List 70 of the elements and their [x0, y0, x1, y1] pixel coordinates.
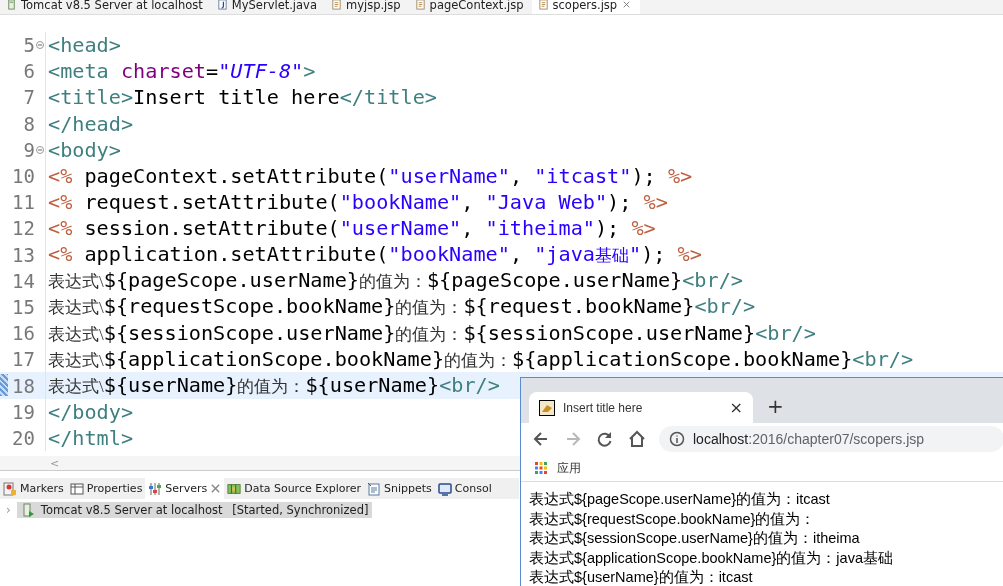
line-number: 15: [12, 295, 35, 318]
code-line: </html>: [47, 425, 134, 450]
line-number: 9: [23, 138, 35, 161]
line-number: 20: [12, 426, 35, 449]
collapse-icon[interactable]: [36, 145, 44, 154]
code-line: 表达式\${sessionScope.userName}的值为：${sessionScope.userName}<br/>: [47, 320, 816, 346]
code-line: <body>: [47, 137, 121, 162]
server-icon: [20, 503, 35, 517]
code-line: <meta charset="UTF-8">: [47, 59, 316, 84]
line-number: 11: [12, 191, 35, 214]
code-line: 表达式\${pageScope.userName}的值为：${pageScope.userName}<br/>: [47, 268, 743, 294]
line-number: 8: [23, 112, 35, 135]
info-icon[interactable]: [669, 431, 685, 447]
code-line: <% pageContext.setAttribute("userName", "itcast"); %>: [47, 164, 693, 189]
code-line: <title>Insert title here</title>: [47, 85, 437, 110]
panel-tab[interactable]: Data Source Explorer: [224, 478, 364, 499]
output-line: 表达式${requestScope.bookName}的值为：: [529, 509, 817, 529]
apps-grid-icon: [535, 462, 547, 474]
snippets-icon: [367, 481, 381, 496]
code-line: 表达式\${userName}的值为：${userName}<br/>: [47, 373, 500, 399]
editor-tab[interactable]: pageContext.jsp: [408, 0, 532, 14]
address-bar[interactable]: localhost:2016/chapter07/scopers.jsp: [659, 426, 1003, 452]
browser-tab[interactable]: Insert title here ×: [529, 392, 753, 423]
line-number: 14: [12, 269, 35, 292]
apps-bookmark[interactable]: 应用: [535, 459, 581, 477]
code-line: <head>: [47, 33, 121, 58]
line-number: 19: [12, 400, 35, 423]
editor-tab[interactable]: MyServlet.java: [210, 0, 325, 14]
line-number: 13: [12, 243, 35, 266]
close-icon[interactable]: ×: [729, 398, 743, 417]
favicon-icon: [539, 399, 555, 416]
collapse-icon[interactable]: [36, 41, 44, 50]
line-number: 16: [12, 322, 35, 345]
markers-icon: [3, 481, 17, 496]
panel-tab[interactable]: Markers: [0, 478, 67, 499]
line-number: 5: [23, 34, 35, 57]
file-icon: [537, 0, 549, 10]
line-number: 12: [12, 217, 35, 240]
map-icon: [227, 481, 242, 496]
home-icon[interactable]: [627, 429, 647, 449]
code-line: </body>: [47, 399, 134, 424]
code-line: <% request.setAttribute("bookName", "Java Web"); %>: [47, 190, 668, 215]
line-number: 10: [12, 165, 35, 188]
output-line: 表达式${pageScope.userName}的值为：itcast: [529, 490, 831, 509]
line-number: 6: [23, 60, 35, 83]
code-line: <% session.setAttribute("userName", "itheima"); %>: [47, 216, 656, 241]
code-line: 表达式\${applicationScope.bookName}的值为：${applicationScope.bookName}<br/>: [47, 346, 914, 372]
close-icon[interactable]: [210, 483, 222, 494]
code-line: 表达式\${requestScope.bookName}的值为：${request.bookName}<br/>: [47, 294, 756, 320]
server-icon: [6, 0, 17, 10]
new-tab-button[interactable]: +: [767, 394, 784, 418]
line-number: 17: [12, 348, 35, 371]
panel-tab[interactable]: Servers: [145, 478, 225, 499]
code-line: <% application.setAttribute("bookName", "java基础"); %>: [47, 242, 702, 268]
table-icon: [69, 481, 84, 496]
editor-tab[interactable]: scopers.jsp: [531, 0, 641, 14]
console-icon: [437, 481, 452, 496]
output-line: 表达式${userName}的值为：itcast: [529, 568, 754, 586]
servers-icon: [148, 481, 163, 496]
panel-tab[interactable]: Consol: [434, 478, 495, 499]
line-number: 7: [23, 86, 35, 109]
line-number: 18: [12, 374, 35, 397]
editor-tab[interactable]: myjsp.jsp: [324, 0, 409, 14]
server-item[interactable]: Tomcat v8.5 Server at localhost [Started, Synchronized]: [16, 502, 373, 518]
output-line: 表达式${sessionScope.userName}的值为：itheima: [529, 529, 861, 548]
output-line: 表达式${applicationScope.bookName}的值为：java基础: [529, 548, 894, 568]
panel-tab[interactable]: Snippets: [364, 478, 435, 499]
editor-tab[interactable]: Tomcat v8.5 Server at localhost: [0, 0, 211, 14]
code-line: </head>: [47, 111, 134, 136]
panel-tab[interactable]: Properties: [66, 478, 146, 499]
